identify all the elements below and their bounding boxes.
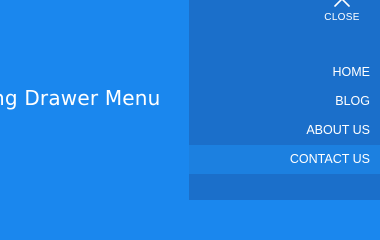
drawer-menu: CLOSE HOME BLOG ABOUT US CONTACT US	[189, 0, 380, 200]
close-label: CLOSE	[324, 12, 360, 23]
menu-item-about-us[interactable]: ABOUT US	[189, 116, 380, 145]
menu-item-blog[interactable]: BLOG	[189, 87, 380, 116]
page-title: ng Drawer Menu	[0, 86, 161, 110]
menu-item-contact-us[interactable]: CONTACT US	[189, 145, 380, 174]
close-button[interactable]: CLOSE	[320, 0, 364, 28]
menu-item-home[interactable]: HOME	[189, 58, 380, 87]
drawer-nav-list: HOME BLOG ABOUT US CONTACT US	[189, 58, 380, 174]
app-stage: ng Drawer Menu CLOSE HOME BLOG ABOUT US …	[0, 0, 380, 200]
close-icon	[334, 0, 350, 7]
